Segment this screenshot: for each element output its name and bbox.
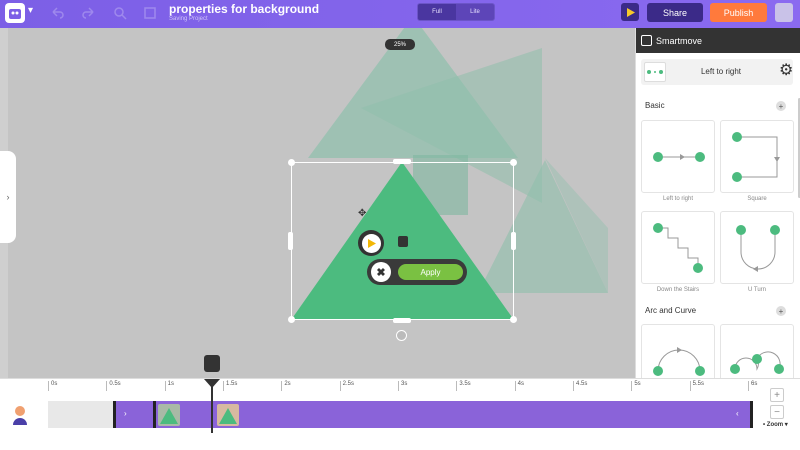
track-end-marker[interactable] [750,401,753,428]
top-toolbar: ▾ properties for background Saving Proje… [0,0,800,28]
zoom-in-button[interactable]: + [770,388,784,402]
timeline-empty-region [48,401,116,428]
project-title[interactable]: properties for background [169,2,319,16]
track-start-marker[interactable] [113,401,116,428]
play-icon [367,238,376,248]
zoom-level-badge[interactable]: 25% [385,39,415,50]
ruler-tick: 2s [281,381,291,391]
animation-card-square[interactable] [720,120,794,193]
current-animation[interactable]: Left to right ⚙ [641,59,793,85]
gear-icon[interactable]: ⚙ [779,63,793,79]
add-arc-icon[interactable]: + [776,306,786,316]
save-status: Saving Project [169,16,208,22]
panel-title: Smartmove [656,35,703,46]
rotate-icon[interactable] [396,330,407,341]
arc-path-icon [653,347,705,376]
character-icon[interactable] [12,405,28,425]
mode-toggle[interactable]: Full Lite [417,3,495,21]
preview-play-button[interactable] [621,3,639,21]
wave-path-icon [730,351,784,374]
ruler-tick: 4s [514,381,524,391]
clip-thumbnail[interactable] [158,404,180,426]
avatar[interactable] [775,3,793,22]
ruler-tick: 5s [631,381,641,391]
smartmove-icon [641,35,652,46]
chevron-down-icon[interactable]: ▾ [28,5,33,16]
card-label: U Turn [747,287,766,293]
search-icon[interactable] [113,6,127,20]
ruler-tick: 1s [164,381,174,391]
canvas-stage: › 25% ✥ ✖ Apply [0,28,635,378]
ruler-tick: 3s [398,381,407,391]
square-path-icon [732,132,780,182]
ruler-tick: 4.5s [573,381,587,391]
card-label: Down the Stairs [656,287,700,293]
publish-button[interactable]: Publish [710,3,767,22]
ruler-tick: 5.5s [689,381,704,391]
resize-handle-tr[interactable] [510,159,517,166]
current-animation-label: Left to right [700,67,742,76]
smartmove-panel: Smartmove Left to right ⚙ Basic + Left t… [635,28,800,384]
redo-icon[interactable] [82,6,96,20]
u-turn-path-icon [736,225,780,272]
ruler-tick: 3.5s [456,381,471,391]
save-icon[interactable] [143,6,157,20]
resize-handle-left[interactable] [288,232,293,250]
resize-handle-tl[interactable] [288,159,295,166]
resize-handle-top[interactable] [393,159,411,164]
timeline: 0s 0.5s 1s 1.5s 2s 2.5s 3s 3.5s 4s 4.5s 5s 5.5s 6s ›… [0,378,800,450]
panel-header: Smartmove [636,28,800,53]
play-icon [626,7,635,17]
section-title-arc-and-curve: Arc and Curve [645,306,697,315]
card-label: Square [747,196,767,202]
resize-handle-br[interactable] [510,316,517,323]
playhead-handle-icon[interactable] [204,379,220,388]
animation-card-arc[interactable] [641,324,715,384]
mode-lite-option[interactable]: Lite [456,4,494,20]
keyframe-marker[interactable] [153,401,156,428]
left-to-right-icon [653,152,705,162]
ruler-tick: 6s [748,381,757,391]
chevron-left-icon[interactable]: ‹ [736,409,739,418]
resize-handle-right[interactable] [511,232,516,250]
timeline-ruler[interactable]: 0s 0.5s 1s 1.5s 2s 2.5s 3s 3.5s 4s 4.5s 5s 5.5s 6s [48,379,757,393]
close-icon[interactable]: ✖ [371,262,391,282]
animation-card-wave[interactable] [720,324,794,384]
trash-icon[interactable] [204,355,220,372]
animation-card-u-turn[interactable] [720,211,794,284]
apply-button[interactable]: Apply [398,264,463,280]
zoom-label-text: Zoom [766,422,784,428]
move-cursor-icon: ✥ [358,208,367,219]
ruler-tick: 1.5s [223,381,237,391]
resize-handle-bl[interactable] [288,316,295,323]
animation-card-down-the-stairs[interactable] [641,211,715,284]
left-panel-toggle[interactable]: › [0,151,16,243]
ruler-tick: 0s [48,381,57,391]
share-button[interactable]: Share [647,3,703,22]
undo-icon[interactable] [50,6,64,20]
ruler-tick: 2.5s [339,381,354,391]
zoom-label: • Zoom ▾ [763,422,788,428]
stairs-path-icon [653,223,703,273]
add-basic-icon[interactable]: + [776,101,786,111]
clip-thumbnail[interactable] [217,404,239,426]
mode-full-option[interactable]: Full [418,4,456,20]
app-logo-icon[interactable] [5,3,25,23]
trash-icon[interactable] [398,236,408,247]
ruler-tick: 0.5s [106,381,121,391]
animation-card-left-to-right[interactable] [641,120,715,193]
zoom-out-button[interactable]: − [770,405,784,419]
section-title-basic: Basic [645,101,665,110]
animation-preview-button[interactable] [358,230,384,256]
card-label: Left to right [662,196,694,202]
chevron-right-icon[interactable]: › [124,409,127,418]
resize-handle-bottom[interactable] [393,318,411,323]
